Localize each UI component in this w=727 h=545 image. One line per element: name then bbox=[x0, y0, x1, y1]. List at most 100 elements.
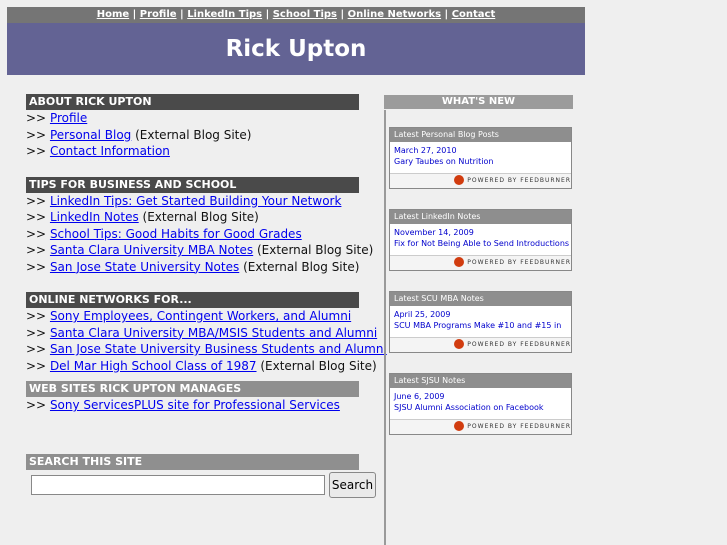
list-item: >> LinkedIn Notes (External Blog Site) bbox=[26, 209, 359, 226]
section-heading-tips: TIPS FOR BUSINESS AND SCHOOL bbox=[26, 176, 359, 193]
bullet-prefix: >> bbox=[26, 144, 47, 158]
feed-item-link[interactable]: Fix for Not Being Able to Send Introduct… bbox=[390, 238, 571, 249]
link-contact-information[interactable]: Contact Information bbox=[50, 144, 170, 158]
bullet-prefix: >> bbox=[26, 259, 47, 274]
feed-widget: Latest SCU MBA Notes April 25, 2009 SCU … bbox=[389, 291, 572, 353]
nav-separator: | bbox=[262, 9, 273, 20]
feedburner-badge[interactable]: POWERED BY FEEDBURNER bbox=[390, 255, 571, 270]
bullet-prefix: >> bbox=[26, 210, 47, 224]
powered-by-label: POWERED BY FEEDBURNER bbox=[467, 177, 571, 184]
link-sjsu-notes[interactable]: San Jose State University Notes bbox=[50, 260, 239, 274]
feed-widget: Latest SJSU Notes June 6, 2009 SJSU Alum… bbox=[389, 373, 572, 435]
feedburner-badge[interactable]: POWERED BY FEEDBURNER bbox=[390, 173, 571, 188]
feed-item-link[interactable]: SJSU Alumni Association on Facebook bbox=[390, 402, 571, 413]
link-note: (External Blog Site) bbox=[138, 210, 259, 224]
nav-separator: | bbox=[337, 9, 348, 20]
nav-profile[interactable]: Profile bbox=[140, 9, 177, 20]
list-item: >> Profile bbox=[26, 110, 359, 127]
section-heading-websites: WEB SITES RICK UPTON MANAGES bbox=[26, 381, 359, 397]
link-scu-network[interactable]: Santa Clara University MBA/MSIS Students… bbox=[50, 326, 377, 340]
list-item: >> Personal Blog (External Blog Site) bbox=[26, 127, 359, 144]
feed-title: Latest LinkedIn Notes bbox=[390, 210, 571, 224]
nav-separator: | bbox=[176, 9, 188, 20]
link-profile[interactable]: Profile bbox=[50, 111, 87, 125]
bullet-prefix: >> bbox=[26, 309, 47, 323]
link-del-mar-class[interactable]: Del Mar High School Class of 1987 bbox=[50, 359, 257, 373]
feedburner-icon bbox=[454, 256, 465, 267]
link-school-tips[interactable]: School Tips: Good Habits for Good Grades bbox=[50, 227, 302, 241]
list-item: >> San Jose State University Notes (Exte… bbox=[26, 259, 359, 276]
feed-date: November 14, 2009 bbox=[394, 228, 474, 237]
link-sjsu-network[interactable]: San Jose State University Business Stude… bbox=[50, 342, 387, 356]
powered-by-label: POWERED BY FEEDBURNER bbox=[467, 341, 571, 348]
bullet-prefix: >> bbox=[26, 226, 47, 241]
link-note: (External Blog Site) bbox=[256, 358, 377, 373]
feed-item-link[interactable]: Gary Taubes on Nutrition bbox=[390, 156, 571, 167]
feed-title: Latest SJSU Notes bbox=[390, 374, 571, 388]
bullet-prefix: >> bbox=[26, 193, 47, 208]
list-item: >> Del Mar High School Class of 1987 (Ex… bbox=[26, 358, 377, 375]
top-nav: Home | Profile | LinkedIn Tips | School … bbox=[7, 7, 585, 23]
list-item: >> Sony Employees, Contingent Workers, a… bbox=[26, 308, 359, 325]
link-note: (External Blog Site) bbox=[131, 127, 252, 142]
list-item: >> Contact Information bbox=[26, 143, 359, 160]
nav-linkedin-tips[interactable]: LinkedIn Tips bbox=[187, 9, 262, 20]
feedburner-badge[interactable]: POWERED BY FEEDBURNER bbox=[390, 337, 571, 352]
bullet-prefix: >> bbox=[26, 358, 47, 373]
feed-item-link[interactable]: SCU MBA Programs Make #10 and #15 in bbox=[390, 320, 571, 331]
powered-by-label: POWERED BY FEEDBURNER bbox=[467, 423, 571, 430]
nav-separator: | bbox=[441, 9, 452, 20]
nav-school-tips[interactable]: School Tips bbox=[273, 9, 337, 20]
link-note: (External Blog Site) bbox=[239, 259, 360, 274]
feedburner-badge[interactable]: POWERED BY FEEDBURNER bbox=[390, 419, 571, 434]
link-linkedin-tips[interactable]: LinkedIn Tips: Get Started Building Your… bbox=[50, 194, 342, 208]
list-item: >> LinkedIn Tips: Get Started Building Y… bbox=[26, 193, 359, 210]
link-sony-network[interactable]: Sony Employees, Contingent Workers, and … bbox=[50, 309, 351, 323]
nav-home[interactable]: Home bbox=[97, 9, 129, 20]
list-item: >> Sony ServicesPLUS site for Profession… bbox=[26, 397, 359, 414]
site-title: Rick Upton bbox=[225, 36, 367, 62]
feedburner-icon bbox=[454, 420, 465, 431]
nav-online-networks[interactable]: Online Networks bbox=[348, 9, 441, 20]
feed-date: April 25, 2009 bbox=[394, 310, 451, 319]
section-heading-search: SEARCH THIS SITE bbox=[26, 454, 359, 470]
link-linkedin-notes[interactable]: LinkedIn Notes bbox=[50, 210, 139, 224]
feed-title: Latest SCU MBA Notes bbox=[390, 292, 571, 306]
list-item: >> San Jose State University Business St… bbox=[26, 341, 387, 358]
section-heading-networks: ONLINE NETWORKS FOR... bbox=[26, 292, 359, 308]
feed-title: Latest Personal Blog Posts bbox=[390, 128, 571, 142]
nav-contact[interactable]: Contact bbox=[452, 9, 496, 20]
list-item: >> School Tips: Good Habits for Good Gra… bbox=[26, 226, 359, 243]
feed-date: March 27, 2010 bbox=[394, 146, 457, 155]
link-sony-servicesplus[interactable]: Sony ServicesPLUS site for Professional … bbox=[50, 398, 340, 412]
search-input[interactable] bbox=[31, 475, 325, 495]
main-content: ABOUT RICK UPTON >> Profile >> Personal … bbox=[26, 94, 387, 414]
link-note: (External Blog Site) bbox=[253, 243, 374, 257]
bullet-prefix: >> bbox=[26, 325, 47, 340]
bullet-prefix: >> bbox=[26, 398, 47, 412]
feed-widget: Latest Personal Blog Posts March 27, 201… bbox=[389, 127, 572, 189]
column-divider bbox=[384, 110, 386, 545]
link-scu-mba-notes[interactable]: Santa Clara University MBA Notes bbox=[50, 243, 253, 257]
feedburner-icon bbox=[454, 174, 465, 185]
list-item: >> Santa Clara University MBA Notes (Ext… bbox=[26, 242, 373, 259]
bullet-prefix: >> bbox=[26, 111, 47, 125]
search-button[interactable]: Search bbox=[329, 472, 376, 498]
powered-by-label: POWERED BY FEEDBURNER bbox=[467, 259, 571, 266]
feed-date: June 6, 2009 bbox=[394, 392, 445, 401]
bullet-prefix: >> bbox=[26, 127, 47, 142]
feed-widget: Latest LinkedIn Notes November 14, 2009 … bbox=[389, 209, 572, 271]
site-banner: Rick Upton bbox=[7, 23, 585, 75]
list-item: >> Santa Clara University MBA/MSIS Stude… bbox=[26, 325, 377, 342]
section-heading-about: ABOUT RICK UPTON bbox=[26, 94, 359, 110]
bullet-prefix: >> bbox=[26, 342, 47, 356]
feedburner-icon bbox=[454, 338, 465, 349]
bullet-prefix: >> bbox=[26, 243, 47, 257]
nav-separator: | bbox=[129, 9, 140, 20]
whats-new-heading: WHAT'S NEW bbox=[384, 95, 573, 109]
link-personal-blog[interactable]: Personal Blog bbox=[50, 128, 131, 142]
search-section: SEARCH THIS SITE Search bbox=[26, 454, 376, 498]
